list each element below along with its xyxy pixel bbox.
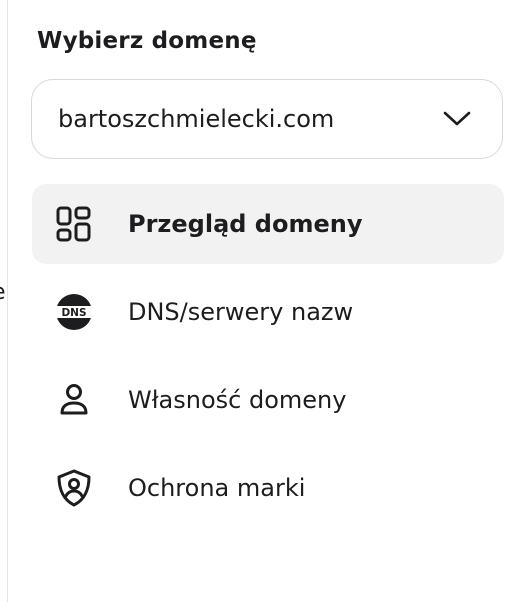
sidebar-heading: Wybierz domenę — [37, 28, 257, 54]
person-icon — [54, 380, 94, 420]
clipped-text-fragment: e — [0, 280, 6, 305]
sidebar-item-label: DNS/serwery nazw — [128, 298, 354, 326]
sidebar-nav: Przegląd domeny DNS DNS/serwery nazw Wła… — [32, 184, 504, 536]
sidebar-item-domain-overview[interactable]: Przegląd domeny — [32, 184, 504, 264]
domain-select-value: bartoszchmielecki.com — [58, 105, 335, 133]
domain-sidebar: Wybierz domenę bartoszchmielecki.com Prz… — [8, 0, 530, 602]
dashboard-grid-icon — [54, 204, 94, 244]
chevron-down-icon — [442, 109, 472, 129]
sidebar-item-domain-ownership[interactable]: Własność domeny — [32, 360, 504, 440]
sidebar-item-label: Własność domeny — [128, 386, 347, 414]
domain-select[interactable]: bartoszchmielecki.com — [31, 79, 503, 159]
shield-user-icon — [54, 468, 94, 508]
sidebar-item-label: Przegląd domeny — [128, 210, 363, 238]
svg-text:DNS: DNS — [61, 307, 86, 319]
dns-icon: DNS — [54, 292, 94, 332]
sidebar-item-dns[interactable]: DNS DNS/serwery nazw — [32, 272, 504, 352]
sidebar-item-label: Ochrona marki — [128, 474, 306, 502]
sidebar-item-brand-protection[interactable]: Ochrona marki — [32, 448, 504, 528]
